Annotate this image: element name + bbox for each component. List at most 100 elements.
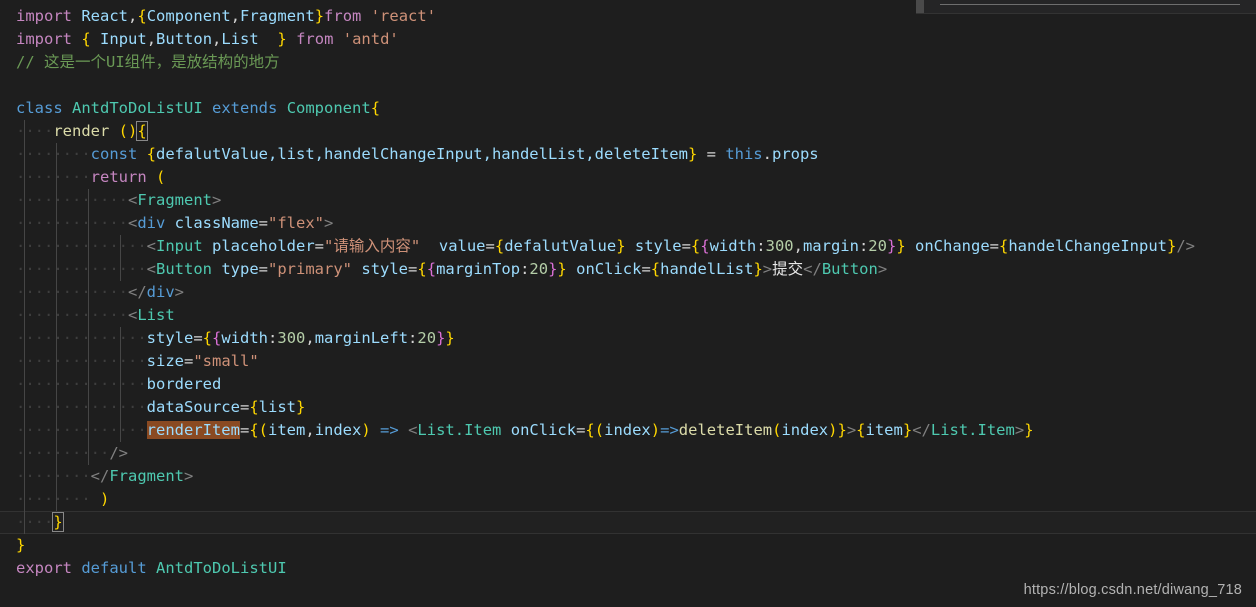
token-class-name: AntdToDoListUI — [156, 559, 287, 577]
code-line[interactable]: export default AntdToDoListUI — [0, 557, 1256, 580]
token-identifier: handelChangeInput — [1008, 237, 1167, 255]
code-line[interactable]: import { Input,Button,List } from 'antd' — [0, 28, 1256, 51]
bracket-match: { — [136, 121, 148, 141]
token-method-name: render — [53, 122, 110, 140]
token-jsx-tag: Button — [156, 260, 212, 278]
token-identifier: list — [258, 398, 296, 416]
token-identifier: Input — [100, 30, 147, 48]
token-type: Component — [286, 99, 371, 117]
code-line[interactable]: ········ ) — [0, 488, 1256, 511]
token-keyword: extends — [212, 99, 278, 117]
token-jsx-tag: Fragment — [137, 191, 212, 209]
code-line[interactable]: ····render (){ — [0, 120, 1256, 143]
token-style-key: width — [709, 237, 757, 255]
token-attribute: style — [634, 237, 682, 255]
code-line[interactable]: ··············size="small" — [0, 350, 1256, 373]
code-line[interactable]: ··············<Input placeholder="请输入内容"… — [0, 235, 1256, 258]
token-attribute: style — [146, 329, 194, 347]
code-line[interactable]: ··············dataSource={list} — [0, 396, 1256, 419]
token-identifier: React — [81, 7, 129, 25]
token-keyword: from — [296, 30, 334, 48]
token-style-key: marginLeft — [314, 329, 409, 347]
token-attribute: size — [146, 352, 184, 370]
token-jsx-tag: Button — [821, 260, 878, 278]
code-line-active[interactable]: ····} — [0, 511, 1256, 534]
code-content[interactable]: import React,{Component,Fragment}from 'r… — [0, 0, 1256, 580]
token-keyword: import — [16, 7, 72, 25]
code-line[interactable]: ··············<Button type="primary" sty… — [0, 258, 1256, 281]
token-arrow: => — [660, 421, 679, 439]
token-string: 'react' — [370, 7, 437, 25]
token-class-name: AntdToDoListUI — [72, 99, 203, 117]
token-identifier: handelList — [660, 260, 754, 278]
token-string: "primary" — [268, 260, 353, 278]
code-line[interactable]: } — [0, 534, 1256, 557]
token-attribute: onClick — [510, 421, 577, 439]
code-line[interactable]: ········return ( — [0, 166, 1256, 189]
token-keyword: return — [90, 168, 147, 186]
token-jsx-tag: Input — [156, 237, 203, 255]
token-keyword: this — [725, 145, 763, 163]
token-string: "small" — [193, 352, 259, 370]
token-attribute: className — [174, 214, 259, 232]
token-arrow: => — [380, 421, 399, 439]
token-identifier: List — [221, 30, 259, 48]
token-identifier: item — [865, 421, 903, 439]
token-destructured: defalutValue,list,handelChangeInput,hand… — [156, 145, 688, 163]
token-identifier: item — [268, 421, 306, 439]
code-line[interactable]: ··········/> — [0, 442, 1256, 465]
token-attribute: type — [221, 260, 259, 278]
code-editor-screenshot: import React,{Component,Fragment}from 'r… — [0, 0, 1256, 607]
token-number: 20 — [868, 237, 887, 255]
token-attribute: value — [438, 237, 486, 255]
token-jsx-tag: List.Item — [930, 421, 1015, 439]
token-identifier: Fragment — [240, 7, 315, 25]
bracket-match: } — [52, 512, 64, 532]
token-identifier: props — [771, 145, 819, 163]
token-identifier: index — [604, 421, 651, 439]
token-attribute: onClick — [576, 260, 642, 278]
code-line[interactable]: ··············bordered — [0, 373, 1256, 396]
code-line-comment[interactable]: // 这是一个UI组件，是放结构的地方 — [0, 51, 1256, 74]
code-line[interactable]: ········</Fragment> — [0, 465, 1256, 488]
token-function-call: deleteItem — [678, 421, 773, 439]
code-line[interactable]: ············<List — [0, 304, 1256, 327]
token-keyword: const — [90, 145, 138, 163]
token-number: 300 — [277, 329, 306, 347]
code-line[interactable]: ············<Fragment> — [0, 189, 1256, 212]
token-identifier: index — [781, 421, 829, 439]
token-jsx-tag: Fragment — [109, 467, 184, 485]
code-line[interactable]: ············<div className="flex"> — [0, 212, 1256, 235]
token-string: 'antd' — [342, 30, 399, 48]
watermark-url: https://blog.csdn.net/diwang_718 — [1023, 582, 1242, 598]
code-line[interactable]: ········const {defalutValue,list,handelC… — [0, 143, 1256, 166]
code-line[interactable]: ············</div> — [0, 281, 1256, 304]
token-jsx-tag: div — [146, 283, 175, 301]
token-style-key: marginTop — [436, 260, 521, 278]
token-attribute: onChange — [915, 237, 990, 255]
token-identifier: defalutValue — [504, 237, 617, 255]
token-style-key: margin — [802, 237, 859, 255]
token-number: 300 — [765, 237, 794, 255]
token-number: 20 — [417, 329, 437, 347]
token-comment: // 这是一个UI组件，是放结构的地方 — [16, 53, 280, 71]
code-line[interactable]: import React,{Component,Fragment}from 'r… — [0, 5, 1256, 28]
token-keyword: default — [81, 559, 147, 577]
token-jsx-text: 提交 — [772, 260, 804, 278]
token-attribute: placeholder — [212, 237, 315, 255]
token-jsx-tag: div — [137, 214, 166, 232]
token-attribute: bordered — [146, 375, 222, 393]
token-keyword: import — [16, 30, 72, 48]
token-style-key: width — [221, 329, 269, 347]
token-number: 20 — [529, 260, 549, 278]
code-line[interactable]: ··············renderItem={(item,index) =… — [0, 419, 1256, 442]
token-jsx-tag: List.Item — [417, 421, 502, 439]
token-keyword: from — [324, 7, 362, 25]
selected-word-renderitem[interactable]: renderItem — [146, 421, 240, 439]
token-attribute: dataSource — [146, 398, 240, 416]
token-string: "请输入内容" — [324, 237, 421, 255]
token-identifier: index — [314, 421, 362, 439]
code-line[interactable]: class AntdToDoListUI extends Component{ — [0, 97, 1256, 120]
code-line-blank[interactable] — [0, 74, 1256, 97]
code-line[interactable]: ··············style={{width:300,marginLe… — [0, 327, 1256, 350]
